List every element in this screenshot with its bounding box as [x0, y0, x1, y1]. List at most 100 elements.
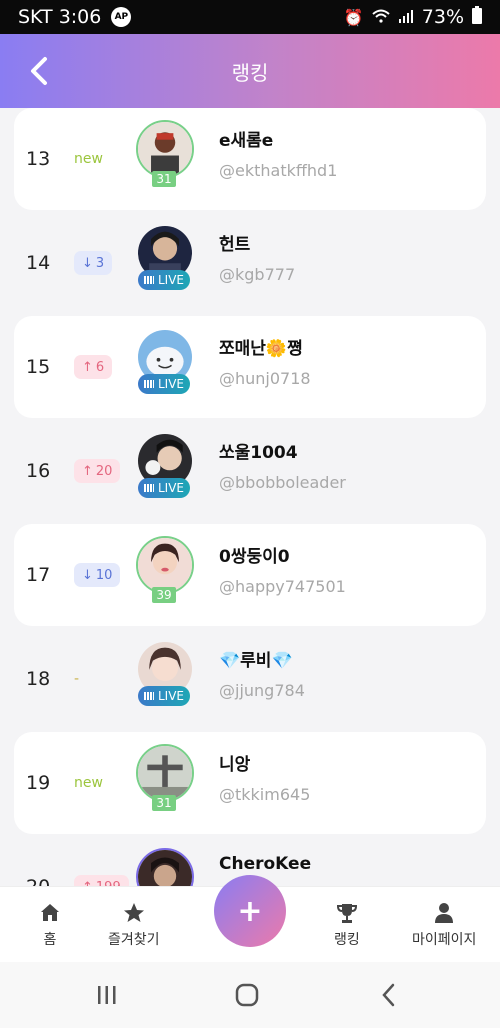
arrow-down-icon: ↓ — [82, 567, 93, 583]
user-name: 헌트 — [219, 235, 251, 255]
level-badge: 31 — [152, 171, 176, 187]
home-button[interactable] — [234, 982, 260, 1008]
chevron-left-icon — [382, 983, 395, 1007]
person-icon — [435, 903, 454, 923]
user-name: 쪼매난🌼쪙 — [219, 339, 303, 359]
live-bars-icon — [144, 692, 154, 700]
rank-change-down: ↓ 10 — [74, 563, 121, 587]
user-handle: @kgb777 — [219, 265, 296, 284]
avatar[interactable] — [136, 848, 196, 886]
live-label: LIVE — [158, 273, 185, 287]
back-button[interactable] — [22, 54, 56, 88]
level-badge: 39 — [152, 587, 176, 603]
arrow-up-icon: ↑ — [82, 463, 93, 479]
signal-icon — [398, 8, 414, 27]
nav-home-label: 홈 — [43, 932, 57, 948]
rank-number: 15 — [26, 356, 51, 378]
rank-number: 14 — [26, 252, 51, 274]
avatar[interactable]: 39 — [136, 536, 196, 610]
recent-apps-icon — [98, 986, 116, 1004]
live-bars-icon — [144, 380, 154, 388]
live-badge: LIVE — [138, 686, 191, 706]
level-badge: 31 — [152, 795, 176, 811]
chevron-left-icon — [31, 57, 47, 85]
nav-ranking-label: 랭킹 — [334, 932, 360, 948]
nav-ranking[interactable]: 랭킹 — [334, 901, 360, 949]
avatar-image — [136, 848, 194, 886]
live-badge: LIVE — [138, 270, 191, 290]
rank-change-value: 3 — [95, 255, 105, 271]
nav-favorites[interactable]: 즐겨찾기 — [108, 901, 160, 949]
ap-badge-icon: AP — [111, 7, 132, 27]
recent-apps-button[interactable] — [94, 982, 120, 1008]
app-header: 랭킹 — [0, 34, 500, 108]
live-bars-icon — [144, 484, 154, 492]
ranking-row[interactable]: 15 ↑ 6 LIVE 쪼매난🌼쪙 @hunj0718 — [14, 316, 486, 418]
rank-change-new: new — [74, 775, 103, 791]
rank-change-value: 20 — [95, 463, 113, 479]
wifi-icon — [372, 8, 390, 27]
ranking-row[interactable]: 18 - LIVE 💎루비💎 @jjung784 — [14, 628, 486, 730]
rank-number: 13 — [26, 148, 51, 170]
add-button[interactable]: + — [214, 875, 286, 947]
ranking-row[interactable]: 14 ↓ 3 LIVE 헌트 @kgb777 — [14, 212, 486, 314]
ranking-row[interactable]: 17 ↓ 10 39 0쌍둥이0 @happy747501 — [14, 524, 486, 626]
avatar-image — [136, 744, 194, 802]
battery-icon — [472, 5, 482, 29]
rank-change-value: 6 — [95, 359, 105, 375]
rank-change-down: ↓ 3 — [74, 251, 113, 275]
rank-change-up: ↑ 6 — [74, 355, 113, 379]
user-handle: @tkkim645 — [219, 785, 311, 804]
status-bar: SKT 3:06 AP ⏰ 73% — [0, 0, 500, 34]
avatar[interactable]: 31 — [136, 120, 196, 194]
avatar[interactable]: LIVE — [136, 224, 196, 298]
ranking-row[interactable]: 13 new 31 e새롬e @ekthatkffhd1 — [14, 108, 486, 210]
home-icon — [41, 904, 59, 921]
user-handle: @happy747501 — [219, 577, 346, 596]
rank-number: 18 — [26, 668, 51, 690]
avatar-image — [136, 120, 194, 178]
user-name: 니앙 — [219, 755, 251, 775]
avatar[interactable]: LIVE — [136, 432, 196, 506]
rank-number: 17 — [26, 564, 51, 586]
alarm-icon: ⏰ — [343, 7, 364, 27]
user-name: 💎루비💎 — [219, 651, 293, 671]
user-name: e새롬e — [219, 131, 274, 151]
status-right: ⏰ 73% — [343, 5, 482, 29]
live-label: LIVE — [158, 481, 185, 495]
user-name: 쏘울1004 — [219, 443, 298, 463]
live-badge: LIVE — [138, 374, 191, 394]
avatar-image — [136, 536, 194, 594]
ranking-row[interactable]: 16 ↑ 20 LIVE 쏘울1004 @bbobboleader — [14, 420, 486, 522]
ranking-list[interactable]: 13 new 31 e새롬e @ekthatkffhd1 14 ↓ 3 LIVE … — [0, 108, 500, 886]
live-bars-icon — [144, 276, 154, 284]
nav-mypage[interactable]: 마이페이지 — [412, 901, 476, 949]
avatar[interactable]: LIVE — [136, 328, 196, 402]
page-title: 랭킹 — [231, 60, 269, 85]
user-handle: @hunj0718 — [219, 369, 311, 388]
rank-number: 20 — [26, 836, 50, 886]
nav-favorites-label: 즐겨찾기 — [108, 932, 160, 948]
live-badge: LIVE — [138, 478, 191, 498]
ranking-row[interactable]: 19 new 31 니앙 @tkkim645 — [14, 732, 486, 834]
arrow-down-icon: ↓ — [82, 255, 93, 271]
rank-number: 16 — [26, 460, 51, 482]
arrow-up-icon: ↑ — [82, 359, 93, 375]
home-square-icon — [235, 983, 259, 1007]
rank-change-same: - — [74, 671, 80, 687]
rank-change-value: 10 — [95, 567, 113, 583]
rank-change-new: new — [74, 151, 103, 167]
rank-number: 19 — [26, 772, 51, 794]
live-label: LIVE — [158, 689, 185, 703]
nav-mypage-label: 마이페이지 — [412, 932, 477, 948]
user-handle: @bbobboleader — [219, 473, 346, 492]
user-name: CheroKee — [219, 854, 312, 874]
trophy-icon — [336, 904, 357, 923]
nav-home[interactable]: 홈 — [38, 901, 62, 949]
back-system-button[interactable] — [376, 982, 402, 1008]
avatar[interactable]: 31 — [136, 744, 196, 818]
avatar[interactable]: LIVE — [136, 640, 196, 714]
live-label: LIVE — [158, 377, 185, 391]
status-time: SKT 3:06 — [18, 6, 102, 28]
user-handle: @ekthatkffhd1 — [219, 161, 338, 180]
